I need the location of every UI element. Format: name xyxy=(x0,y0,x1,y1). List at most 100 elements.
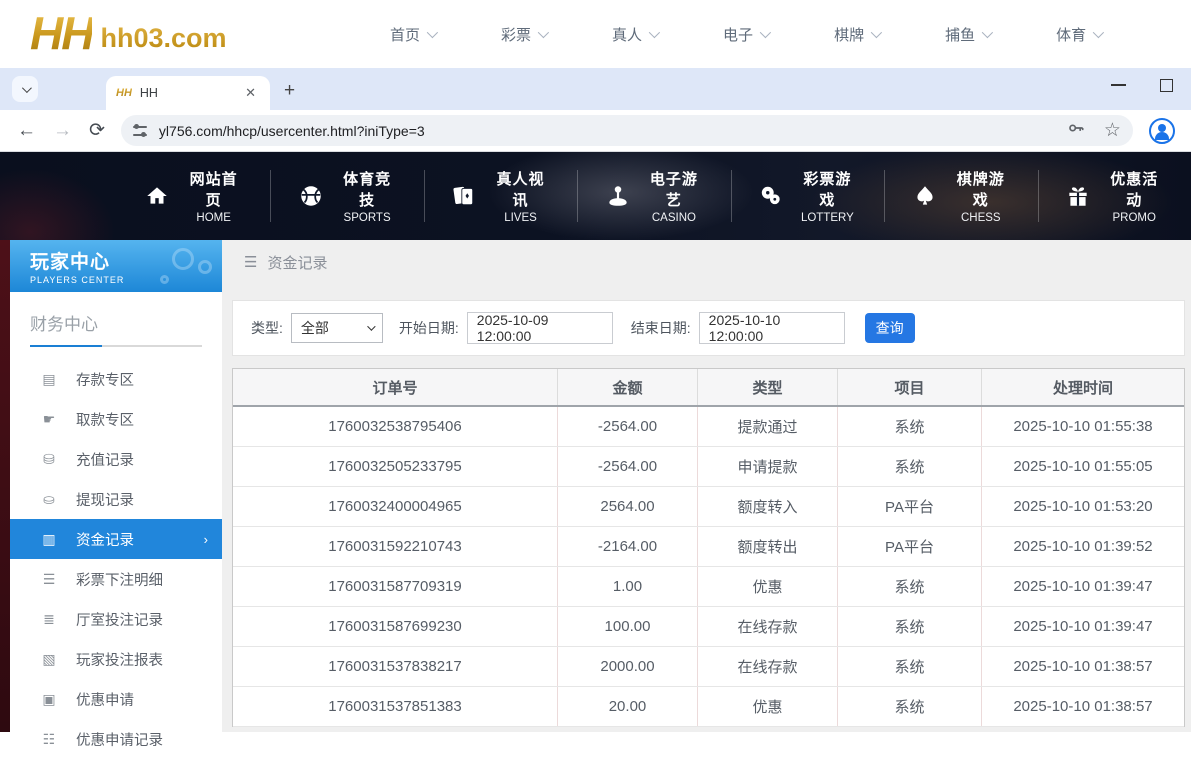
browser-tab[interactable]: HH HH ✕ xyxy=(106,76,270,110)
sidebar-item-icon: ▤ xyxy=(40,371,58,388)
game-nav-home[interactable]: 网站首页 HOME xyxy=(118,170,270,222)
sidebar-item-funds-records[interactable]: ▥ 资金记录 › xyxy=(10,519,222,559)
game-nav-lives[interactable]: 真人视讯 LIVES xyxy=(424,170,577,222)
game-nav-chess[interactable]: 棋牌游戏 CHESS xyxy=(884,170,1037,222)
url-text[interactable]: yl756.com/hhcp/usercenter.html?iniType=3 xyxy=(159,123,1066,139)
window-minimize-button[interactable] xyxy=(1111,84,1126,86)
cell-type: 额度转出 xyxy=(697,527,837,566)
chevron-right-icon: › xyxy=(204,532,208,547)
sidebar-item-promo-apply[interactable]: ▣ 优惠申请 › xyxy=(10,679,222,719)
site-top-nav: 首页 彩票 真人 电子 棋牌 捕鱼 xyxy=(390,24,1101,45)
top-nav-item-label: 体育 xyxy=(1056,24,1086,45)
finance-center-label: 财务中心 xyxy=(30,310,202,335)
sidebar-item-icon: ⛁ xyxy=(40,451,58,468)
logo-domain-text: hh03.com xyxy=(100,23,226,54)
chevron-down-icon xyxy=(760,27,771,38)
game-nav-label-zh: 电子游艺 xyxy=(643,168,705,210)
tab-close-icon[interactable]: ✕ xyxy=(241,83,260,103)
top-nav-item[interactable]: 首页 xyxy=(390,24,435,45)
forward-button[interactable]: → xyxy=(53,120,72,142)
sidebar-item-player-bet-report[interactable]: ▧ 玩家投注报表 › xyxy=(10,639,222,679)
column-header-project: 项目 xyxy=(837,369,981,405)
sidebar-item-icon: ☛ xyxy=(40,411,58,428)
top-nav-item[interactable]: 体育 xyxy=(1056,24,1101,45)
start-date-label: 开始日期: xyxy=(399,318,459,338)
table-row: 1760032538795406 -2564.00 提款通过 系统 2025-1… xyxy=(233,407,1184,447)
top-nav-item[interactable]: 电子 xyxy=(723,24,768,45)
funds-record-table: 订单号 金额 类型 项目 处理时间 1760032538795406 -2564… xyxy=(232,368,1185,727)
table-body: 1760032538795406 -2564.00 提款通过 系统 2025-1… xyxy=(233,407,1184,727)
back-button[interactable]: ← xyxy=(17,120,36,142)
sidebar-item-label: 玩家投注报表 xyxy=(76,649,163,670)
game-nav-label-en: LOTTERY xyxy=(797,212,859,224)
window-maximize-button[interactable] xyxy=(1160,79,1173,92)
type-select[interactable]: 全部 xyxy=(291,313,383,343)
game-nav-label-en: HOME xyxy=(183,212,245,224)
column-header-order-id: 订单号 xyxy=(233,369,557,405)
cell-type: 额度转入 xyxy=(697,487,837,526)
table-header-row: 订单号 金额 类型 项目 处理时间 xyxy=(233,369,1184,407)
sidebar-item-label: 厅室投注记录 xyxy=(76,609,163,630)
sidebar-item-label: 存款专区 xyxy=(76,369,134,390)
cell-project: 系统 xyxy=(837,567,981,606)
reload-button[interactable]: ⟳ xyxy=(89,119,105,142)
address-bar[interactable]: yl756.com/hhcp/usercenter.html?iniType=3… xyxy=(121,115,1133,146)
table-row: 1760032505233795 -2564.00 申请提款 系统 2025-1… xyxy=(233,447,1184,487)
hamburger-menu-icon[interactable]: ☰ xyxy=(244,253,257,271)
search-button[interactable]: 查询 xyxy=(865,313,915,343)
chevron-down-icon xyxy=(982,27,993,38)
sidebar-item-withdraw-zone[interactable]: ☛ 取款专区 › xyxy=(10,399,222,439)
sidebar-item-label: 取款专区 xyxy=(76,409,134,430)
top-nav-item[interactable]: 彩票 xyxy=(501,24,546,45)
start-date-input[interactable]: 2025-10-09 12:00:00 xyxy=(467,312,613,344)
cell-project: PA平台 xyxy=(837,527,981,566)
sidebar-item-deposit-zone[interactable]: ▤ 存款专区 › xyxy=(10,359,222,399)
game-nav-label-zh: 网站首页 xyxy=(183,168,245,210)
game-nav-sports[interactable]: 体育竞技 SPORTS xyxy=(270,170,423,222)
cell-time: 2025-10-10 01:55:38 xyxy=(981,407,1184,446)
game-nav-promo[interactable]: 优惠活动 PROMO xyxy=(1038,170,1191,222)
sports-icon xyxy=(297,182,324,210)
breadcrumb: ☰ 资金记录 xyxy=(232,240,1191,284)
sidebar-item-lottery-bet-detail[interactable]: ☰ 彩票下注明细 › xyxy=(10,559,222,599)
cell-order-id: 1760031592210743 xyxy=(233,527,557,566)
game-nav-label-en: PROMO xyxy=(1103,212,1165,224)
cell-type: 申请提款 xyxy=(697,447,837,486)
main-content: ☰ 资金记录 类型: 全部 开始日期: 2025-10-09 12:00:00 … xyxy=(222,240,1191,732)
sidebar-item-withdrawal-records[interactable]: ⛀ 提现记录 › xyxy=(10,479,222,519)
gift-icon xyxy=(1065,182,1092,210)
cell-order-id: 1760031537838217 xyxy=(233,647,557,686)
browser-tab-strip: HH HH ✕ + xyxy=(0,68,1191,110)
top-nav-item[interactable]: 真人 xyxy=(612,24,657,45)
column-header-type: 类型 xyxy=(697,369,837,405)
filter-bar: 类型: 全部 开始日期: 2025-10-09 12:00:00 结束日期: 2… xyxy=(232,300,1185,356)
game-nav-label-zh: 棋牌游戏 xyxy=(950,168,1012,210)
column-header-amount: 金额 xyxy=(557,369,697,405)
lottery-balls-icon xyxy=(758,182,785,210)
sidebar-item-hall-bet-records[interactable]: ≣ 厅室投注记录 › xyxy=(10,599,222,639)
top-nav-item[interactable]: 棋牌 xyxy=(834,24,879,45)
sidebar-item-recharge-records[interactable]: ⛁ 充值记录 › xyxy=(10,439,222,479)
end-date-input[interactable]: 2025-10-10 12:00:00 xyxy=(699,312,845,344)
cell-order-id: 1760032538795406 xyxy=(233,407,557,446)
cell-time: 2025-10-10 01:39:52 xyxy=(981,527,1184,566)
game-nav-label-zh: 体育竞技 xyxy=(336,168,398,210)
game-nav-casino[interactable]: 电子游艺 CASINO xyxy=(577,170,730,222)
tab-search-button[interactable] xyxy=(12,76,38,102)
bookmark-star-icon[interactable]: ☆ xyxy=(1104,119,1121,142)
game-nav-label-en: SPORTS xyxy=(336,212,398,224)
new-tab-button[interactable]: + xyxy=(284,80,295,102)
password-key-icon[interactable] xyxy=(1066,118,1086,143)
site-logo[interactable]: HH hh03.com xyxy=(30,12,330,56)
game-nav-lottery[interactable]: 彩票游戏 LOTTERY xyxy=(731,170,884,222)
breadcrumb-label: 资金记录 xyxy=(267,252,327,273)
site-info-icon[interactable] xyxy=(133,126,147,136)
sidebar-item-promo-apply-records[interactable]: ☷ 优惠申请记录 › xyxy=(10,719,222,759)
browser-profile-avatar[interactable] xyxy=(1149,118,1175,144)
top-nav-item[interactable]: 捕鱼 xyxy=(945,24,990,45)
cell-time: 2025-10-10 01:39:47 xyxy=(981,567,1184,606)
type-select-value: 全部 xyxy=(301,318,329,338)
home-icon xyxy=(144,182,171,210)
cell-type: 在线存款 xyxy=(697,607,837,646)
cell-amount: -2564.00 xyxy=(557,407,697,446)
